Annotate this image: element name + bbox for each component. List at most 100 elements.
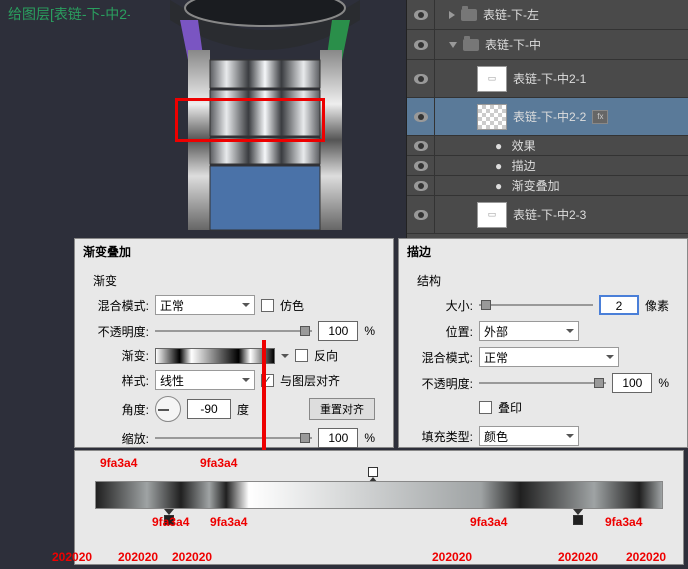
fx-row[interactable]: ● 渐变叠加	[407, 176, 688, 196]
layer-thumb: ▭	[477, 66, 507, 92]
filltype-dropdown[interactable]: 颜色	[479, 426, 579, 446]
layer-label: 表链-下-左	[483, 6, 539, 23]
gradient-overlay-dialog: 渐变叠加 渐变 混合模式: 正常 仿色 不透明度: 100 % 渐变: 反向 样…	[74, 238, 394, 448]
blend-mode-dropdown[interactable]: 正常	[155, 295, 255, 315]
style-dropdown[interactable]: 线性	[155, 370, 255, 390]
opacity-slider[interactable]	[479, 376, 606, 390]
folder-icon	[461, 9, 477, 21]
overprint-checkbox[interactable]	[479, 401, 492, 414]
gradient-label: 渐变:	[93, 347, 149, 364]
pct: %	[658, 376, 669, 390]
layer-label: 表链-下-中2-3	[513, 206, 586, 223]
color-annotation: 202020	[626, 550, 666, 564]
opacity-slider[interactable]	[155, 324, 312, 338]
scale-input[interactable]: 100	[318, 428, 358, 448]
visibility-icon[interactable]	[414, 210, 428, 220]
deg: 度	[237, 401, 249, 418]
opacity-label: 不透明度:	[417, 375, 473, 392]
color-annotation: 202020	[432, 550, 472, 564]
layer-label: 表链-下-中2-1	[513, 70, 586, 87]
layer-label: 表链-下-中2-2	[513, 108, 586, 125]
group-label: 结构	[417, 272, 669, 289]
blend-mode-dropdown[interactable]: 正常	[479, 347, 619, 367]
position-label: 位置:	[417, 323, 473, 340]
gradient-stop-bottom[interactable]	[572, 509, 584, 525]
gradient-preview[interactable]	[155, 348, 275, 364]
group-label: 渐变	[93, 272, 375, 289]
twisty-icon[interactable]	[449, 42, 457, 48]
layer-row-folder[interactable]: 表链-下-左	[407, 0, 688, 30]
color-annotation: 9fa3a4	[605, 515, 642, 529]
visibility-icon[interactable]	[414, 112, 428, 122]
layer-thumb	[477, 104, 507, 130]
folder-icon	[463, 39, 479, 51]
dialog-title: 描边	[399, 239, 687, 264]
px: 像素	[645, 297, 669, 314]
color-annotation: 9fa3a4	[470, 515, 507, 529]
stroke-dialog: 描边 结构 大小: 2 像素 位置: 外部 混合模式: 正常 不透明度: 100…	[398, 238, 688, 448]
visibility-icon[interactable]	[414, 141, 428, 151]
color-annotation: 9fa3a4	[210, 515, 247, 529]
visibility-icon[interactable]	[414, 74, 428, 84]
align-label: 与图层对齐	[280, 372, 340, 389]
fx-header-row[interactable]: ● 效果	[407, 136, 688, 156]
color-annotation: 202020	[118, 550, 158, 564]
filltype-label: 填充类型:	[417, 428, 473, 445]
color-annotation: 202020	[52, 550, 92, 564]
color-annotation: 202020	[172, 550, 212, 564]
angle-input[interactable]: -90	[187, 399, 231, 419]
pct: %	[364, 324, 375, 338]
fx-label: 渐变叠加	[512, 177, 560, 194]
chevron-down-icon	[242, 303, 250, 307]
reverse-label: 反向	[314, 347, 338, 364]
gradient-editor	[74, 450, 684, 565]
visibility-icon[interactable]	[414, 161, 428, 171]
twisty-icon[interactable]	[449, 11, 455, 19]
dither-label: 仿色	[280, 297, 304, 314]
color-annotation: 9fa3a4	[100, 456, 137, 470]
visibility-icon[interactable]	[414, 40, 428, 50]
visibility-icon[interactable]	[414, 181, 428, 191]
angle-dial[interactable]	[155, 396, 181, 422]
chevron-down-icon[interactable]	[281, 354, 289, 358]
dither-checkbox[interactable]	[261, 299, 274, 312]
color-annotation: 9fa3a4	[200, 456, 237, 470]
layer-row-selected[interactable]: 表链-下-中2-2 fx	[407, 98, 688, 136]
color-annotation: 202020	[558, 550, 598, 564]
scale-label: 缩放:	[93, 430, 149, 447]
angle-label: 角度:	[93, 401, 149, 418]
layers-panel: 表链-下-左 表链-下-中 ▭ 表链-下-中2-1 表链-下-中2-2 fx ●…	[406, 0, 688, 238]
fx-icon[interactable]: fx	[592, 110, 608, 124]
blend-mode-label: 混合模式:	[417, 349, 473, 366]
chevron-down-icon	[606, 355, 614, 359]
layer-row-folder[interactable]: 表链-下-中	[407, 30, 688, 60]
color-annotation: 9fa3a4	[152, 515, 189, 529]
overprint-label: 叠印	[498, 399, 522, 416]
size-label: 大小:	[417, 297, 473, 314]
fx-row[interactable]: ● 描边	[407, 156, 688, 176]
size-input[interactable]: 2	[599, 295, 639, 315]
reverse-checkbox[interactable]	[295, 349, 308, 362]
position-dropdown[interactable]: 外部	[479, 321, 579, 341]
fx-label: 效果	[512, 137, 536, 154]
layer-label: 表链-下-中	[485, 36, 541, 53]
scale-slider[interactable]	[155, 431, 312, 445]
watch-preview	[130, 0, 400, 235]
opacity-input[interactable]: 100	[318, 321, 358, 341]
chevron-down-icon	[242, 378, 250, 382]
chevron-down-icon	[566, 329, 574, 333]
visibility-icon[interactable]	[414, 10, 428, 20]
gradient-bar[interactable]	[95, 481, 663, 509]
style-label: 样式:	[93, 372, 149, 389]
dialog-title: 渐变叠加	[75, 239, 393, 264]
pct: %	[364, 431, 375, 445]
fx-label: 描边	[512, 157, 536, 174]
opacity-label: 不透明度:	[93, 323, 149, 340]
layer-row[interactable]: ▭ 表链-下-中2-1	[407, 60, 688, 98]
layer-thumb: ▭	[477, 202, 507, 228]
chevron-down-icon	[566, 434, 574, 438]
size-slider[interactable]	[479, 298, 593, 312]
layer-row[interactable]: ▭ 表链-下-中2-3	[407, 196, 688, 234]
reset-align-button[interactable]: 重置对齐	[309, 398, 375, 420]
opacity-input[interactable]: 100	[612, 373, 652, 393]
